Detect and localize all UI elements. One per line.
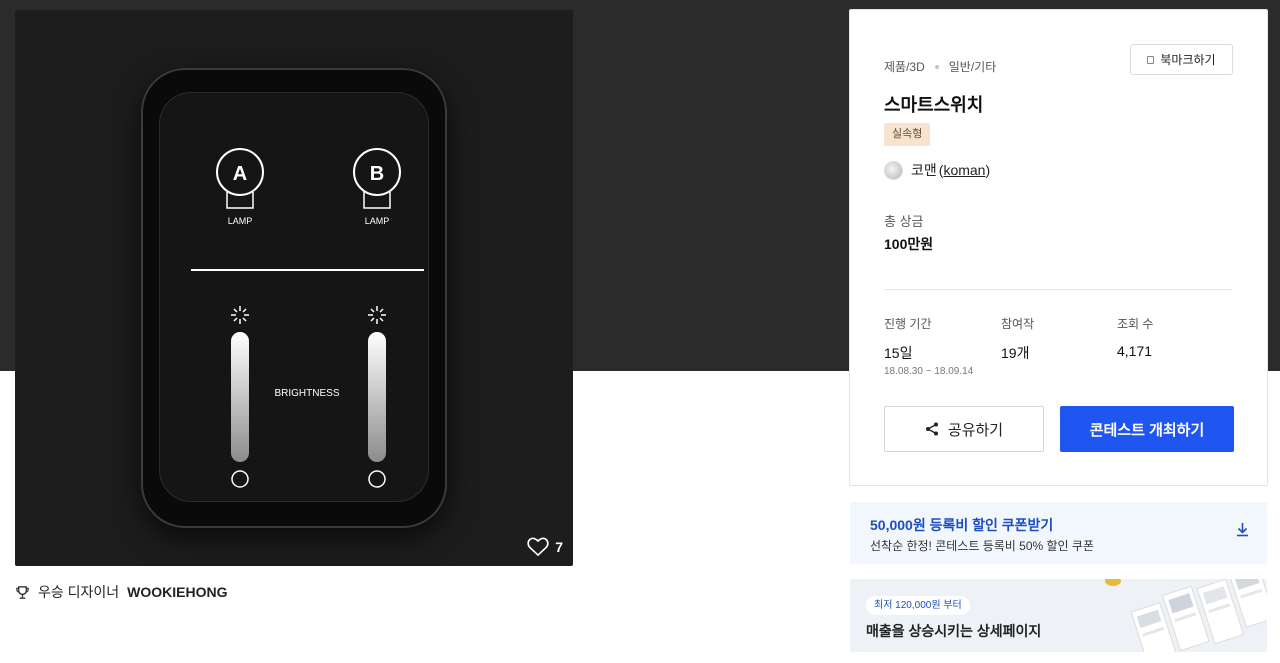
product-image[interactable]: A LAMP B LAMP BRIGHTNESS 7 <box>15 10 573 566</box>
smart-switch-device: A LAMP B LAMP BRIGHTNESS <box>141 68 447 528</box>
like-button[interactable]: 7 <box>527 537 563 556</box>
host-info[interactable]: 코맨 (koman) <box>884 160 990 180</box>
bookmark-icon <box>1147 55 1155 64</box>
stat-value: 15일 <box>884 345 913 361</box>
stat-period: 진행 기간 15일 18.08.30 ~ 18.09.14 <box>884 315 973 377</box>
detail-page-ad-banner[interactable]: 최저 120,000원 부터 매출을 상승시키는 상세페이지 <box>850 579 1267 652</box>
breadcrumb-category[interactable]: 제품/3D <box>884 58 925 75</box>
stat-label: 참여작 <box>1001 317 1035 331</box>
stat-value: 4,171 <box>1117 343 1153 359</box>
coupon-subtitle: 선착순 한정! 콘테스트 등록비 50% 할인 쿠폰 <box>870 539 1094 553</box>
stat-entries: 참여작 19개 <box>1001 315 1034 363</box>
share-icon <box>925 422 938 436</box>
download-icon[interactable] <box>1236 522 1249 537</box>
divider <box>884 289 1233 290</box>
breadcrumb-separator <box>934 64 939 69</box>
host-contest-button[interactable]: 콘테스트 개최하기 <box>1060 406 1234 452</box>
plan-tag: 실속형 <box>884 123 931 146</box>
winner-name: WOOKIEHONG <box>127 584 228 600</box>
lamp-a-letter: A <box>233 163 247 185</box>
coupon-banner[interactable]: 50,000원 등록비 할인 쿠폰받기 선착순 한정! 콘테스트 등록비 50%… <box>850 502 1267 564</box>
winner-designer: 우승 디자이너 WOOKIEHONG <box>15 582 228 602</box>
bookmark-button[interactable]: 북마크하기 <box>1130 44 1233 75</box>
like-count: 7 <box>555 538 563 555</box>
sun-icon-right <box>368 306 386 324</box>
stat-label: 조회 수 <box>1117 317 1154 331</box>
heart-icon <box>527 537 549 556</box>
share-label: 공유하기 <box>947 421 1004 439</box>
lamp-b-label: LAMP <box>365 216 390 226</box>
switch-graphic: A LAMP B LAMP BRIGHTNESS <box>191 148 424 488</box>
trophy-icon <box>16 585 29 599</box>
banner-title: 매출을 상승시키는 상세페이지 <box>866 623 1042 639</box>
stat-date-range: 18.08.30 ~ 18.09.14 <box>884 366 974 377</box>
breadcrumb-subcategory[interactable]: 일반/기타 <box>949 58 997 75</box>
prize-value: 100만원 <box>884 236 934 252</box>
prize-label: 총 상금 <box>884 214 924 229</box>
winner-prefix: 우승 디자이너 <box>38 584 120 600</box>
host-id[interactable]: koman <box>943 162 985 178</box>
stat-label: 진행 기간 <box>884 317 932 331</box>
bookmark-label: 북마크하기 <box>1160 53 1216 67</box>
coupon-title: 50,000원 등록비 할인 쿠폰받기 <box>870 517 1054 533</box>
brightness-slider-a <box>231 332 249 462</box>
sun-icon-left <box>231 306 249 324</box>
banner-illustration <box>1105 579 1267 652</box>
host-contest-label: 콘테스트 개최하기 <box>1089 421 1205 439</box>
contest-info-panel: 제품/3D 일반/기타 북마크하기 스마트스위치 실속형 코맨 (koman) 총… <box>849 9 1268 486</box>
breadcrumb: 제품/3D 일반/기타 <box>884 58 996 75</box>
host-name: 코맨 <box>911 162 937 178</box>
lamp-a-label: LAMP <box>228 216 253 226</box>
stat-views: 조회 수 4,171 <box>1117 315 1153 359</box>
stat-value: 19개 <box>1001 345 1030 361</box>
avatar <box>884 160 903 180</box>
lamp-b-letter: B <box>370 163 384 185</box>
share-button[interactable]: 공유하기 <box>884 406 1044 452</box>
contest-title: 스마트스위치 <box>884 95 984 115</box>
brightness-slider-b <box>368 332 386 462</box>
brightness-label: BRIGHTNESS <box>274 388 339 399</box>
price-pill: 최저 120,000원 부터 <box>866 596 970 615</box>
